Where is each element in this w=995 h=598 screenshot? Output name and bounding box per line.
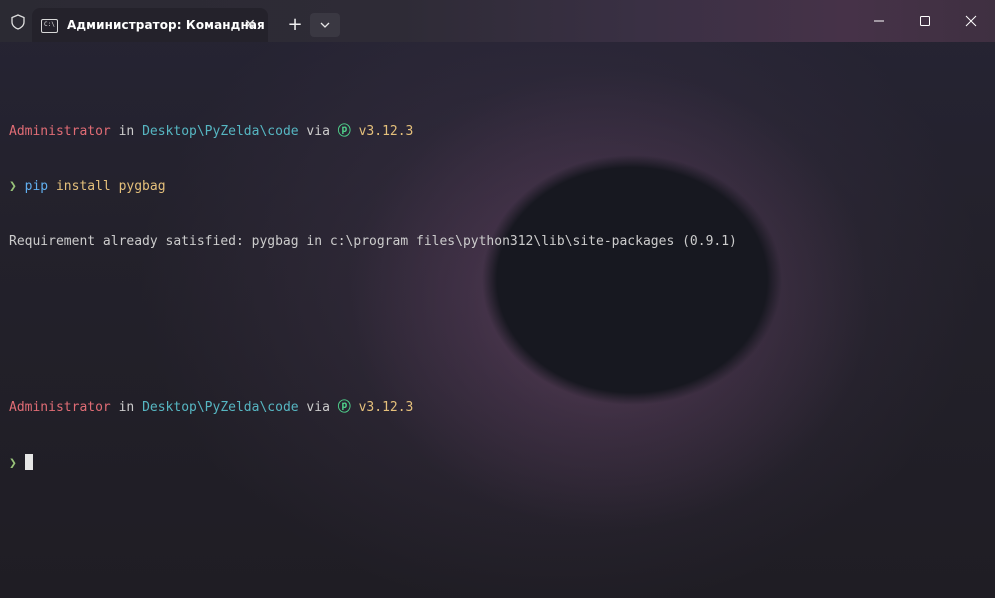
command-line: ❯ pip install pygbag: [9, 178, 737, 196]
tab-title: Администратор: Командная: [67, 18, 265, 32]
cmd-icon: C:\: [41, 19, 58, 33]
chevron-down-icon: [320, 22, 330, 28]
command-name: pip: [16, 179, 49, 195]
close-window-button[interactable]: [948, 6, 994, 36]
prompt-line: Administrator in Desktop\PyZelda\code vi…: [9, 123, 737, 141]
command-args: install pygbag: [48, 179, 166, 195]
tab-dropdown-button[interactable]: [310, 13, 340, 37]
terminal-window: C:\ Администратор: Командная ✕ + Adminis…: [0, 0, 995, 598]
terminal-output[interactable]: Administrator in Desktop\PyZelda\code vi…: [9, 86, 737, 509]
prompt-via: via: [298, 399, 338, 415]
minimize-icon: [874, 20, 884, 22]
tab-admin-cmd[interactable]: C:\ Администратор: Командная ✕: [32, 8, 268, 42]
python-icon: ⓟ: [337, 123, 351, 139]
python-icon: ⓟ: [337, 399, 351, 415]
prompt-path: Desktop\PyZelda\code: [142, 399, 299, 415]
close-tab-icon[interactable]: ✕: [240, 15, 260, 35]
prompt-line: Administrator in Desktop\PyZelda\code vi…: [9, 399, 737, 417]
output-line: Requirement already satisfied: pygbag in…: [9, 234, 737, 250]
prompt-via: via: [298, 123, 338, 139]
input-line[interactable]: ❯: [9, 454, 737, 472]
new-tab-button[interactable]: +: [281, 13, 309, 37]
prompt-user: Administrator: [9, 399, 111, 415]
text-cursor: [24, 454, 33, 471]
maximize-button[interactable]: [902, 6, 948, 36]
maximize-icon: [920, 16, 930, 26]
close-icon: [965, 15, 977, 27]
python-version: v3.12.3: [350, 123, 414, 139]
prompt-arrow: ❯: [9, 456, 25, 472]
shield-icon: [10, 14, 26, 30]
prompt-arrow: ❯: [9, 179, 17, 195]
prompt-path: Desktop\PyZelda\code: [142, 123, 299, 139]
minimize-button[interactable]: [856, 6, 902, 36]
prompt-in: in: [110, 123, 143, 139]
python-version: v3.12.3: [350, 399, 414, 415]
prompt-in: in: [110, 399, 143, 415]
prompt-user: Administrator: [9, 123, 111, 139]
title-bar: C:\ Администратор: Командная ✕ +: [0, 0, 995, 42]
